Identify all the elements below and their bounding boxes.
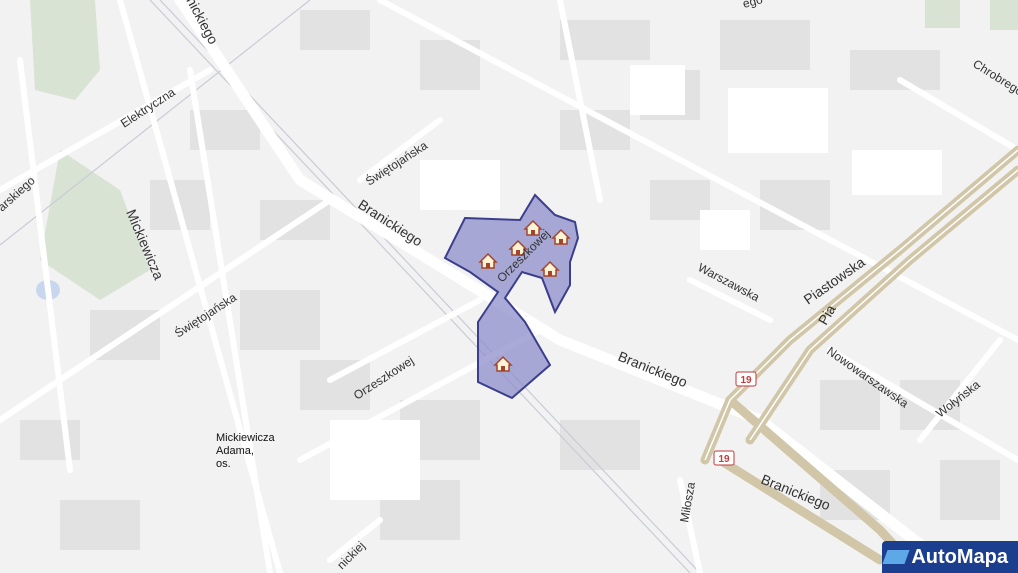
automapa-logo[interactable]: AutoMapa	[882, 541, 1018, 573]
street-label-chrobrego: Chrobrego	[970, 57, 1018, 99]
map-view[interactable]: 19 19 Branickiego Branickiego Branickieg…	[0, 0, 1018, 573]
place-label-mickiewicza-adama: Mickiewicza Adama, os.	[216, 432, 275, 471]
street-label-top-edge: ego	[741, 0, 764, 11]
route-badge: 19	[713, 450, 735, 466]
route-badge-label: 19	[740, 375, 752, 386]
automapa-logo-icon	[882, 550, 910, 564]
place-label-line: Adama,	[216, 445, 254, 457]
place-label-line: Mickiewicza	[216, 432, 275, 444]
place-label-line: os.	[216, 458, 231, 470]
route-badge-label: 19	[718, 454, 730, 465]
map-canvas: 19 19 Branickiego Branickiego Branickieg…	[0, 0, 1018, 573]
route-badge: 19	[735, 371, 757, 387]
automapa-logo-text: AutoMapa	[911, 545, 1008, 568]
